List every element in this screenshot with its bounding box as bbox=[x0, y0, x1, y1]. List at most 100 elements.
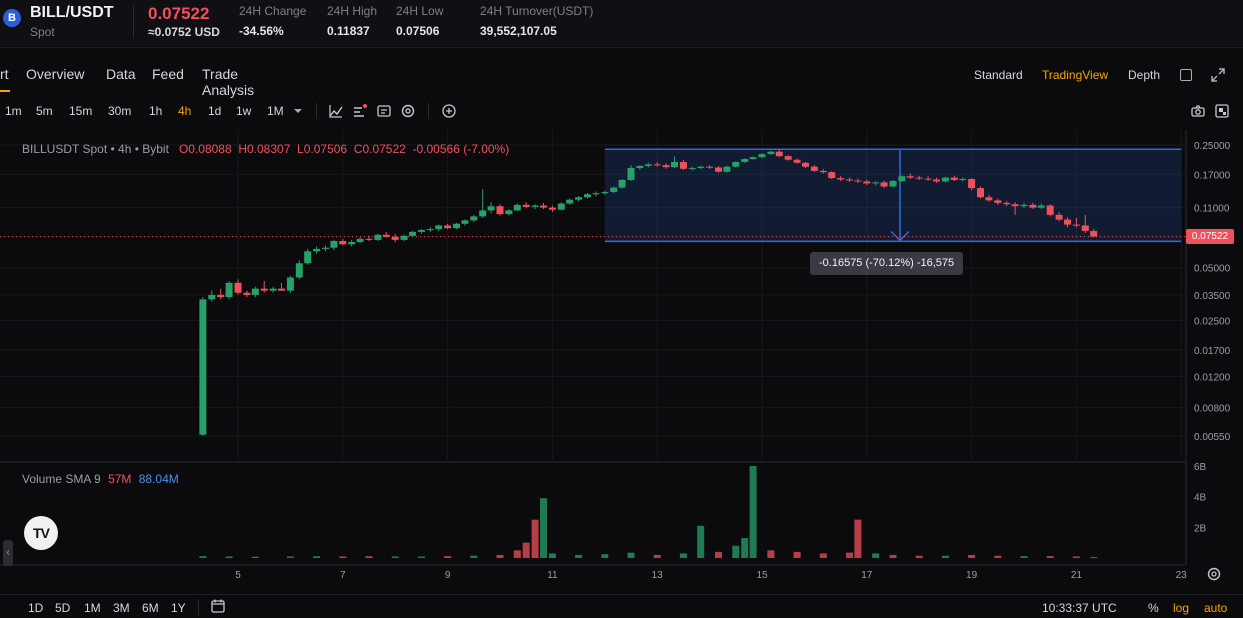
timeframe-4h[interactable]: 4h bbox=[178, 104, 191, 118]
compare-icon[interactable] bbox=[376, 103, 392, 119]
percent-scale-toggle[interactable]: % bbox=[1148, 601, 1159, 615]
candle bbox=[374, 234, 382, 240]
timeframe-1h[interactable]: 1h bbox=[149, 104, 162, 118]
range-6m[interactable]: 6M bbox=[142, 601, 159, 615]
alert-settings-icon[interactable] bbox=[352, 103, 368, 119]
candle bbox=[915, 177, 923, 179]
timeframe-15m[interactable]: 15m bbox=[69, 104, 92, 118]
tab-chart[interactable]: rt bbox=[0, 66, 9, 82]
candle bbox=[959, 179, 967, 181]
candle bbox=[251, 288, 259, 295]
volume-bar bbox=[889, 554, 897, 558]
volume-bar bbox=[793, 551, 801, 558]
candle bbox=[1081, 225, 1089, 231]
candle bbox=[487, 206, 495, 211]
toolbar-divider bbox=[428, 103, 429, 119]
candle bbox=[408, 231, 416, 236]
range-1y[interactable]: 1Y bbox=[171, 601, 186, 615]
candle bbox=[277, 288, 285, 291]
volume-legend-value: 57M bbox=[108, 472, 132, 486]
stat-24h-change: 24H Change -34.56% bbox=[239, 4, 306, 38]
view-tradingview-button[interactable]: TradingView bbox=[1042, 68, 1108, 82]
timeframe-1w[interactable]: 1w bbox=[236, 104, 251, 118]
candle bbox=[994, 200, 1002, 203]
log-scale-toggle[interactable]: log bbox=[1173, 601, 1189, 615]
volume-bar bbox=[513, 550, 521, 558]
volume-bar bbox=[225, 556, 233, 558]
candle bbox=[819, 170, 827, 173]
candle bbox=[941, 177, 949, 182]
volume-bar bbox=[1072, 556, 1080, 558]
candle bbox=[339, 240, 347, 245]
tab-trade-analysis[interactable]: Trade Analysis bbox=[202, 66, 254, 98]
last-price: 0.07522 bbox=[148, 4, 210, 23]
date-range-icon[interactable] bbox=[210, 598, 226, 614]
tab-feed[interactable]: Feed bbox=[152, 66, 184, 82]
candle bbox=[810, 166, 818, 171]
legend-change: -0.00566 (-7.00%) bbox=[412, 142, 510, 156]
candle bbox=[749, 157, 757, 160]
range-1d[interactable]: 1D bbox=[28, 601, 43, 615]
candle bbox=[313, 248, 321, 252]
candle bbox=[234, 282, 242, 293]
symbol-label[interactable]: BILL/USDT bbox=[30, 4, 114, 22]
candle bbox=[898, 176, 906, 181]
volume-bar bbox=[339, 556, 347, 558]
candle bbox=[1037, 205, 1045, 208]
settings-icon[interactable] bbox=[400, 103, 416, 119]
candle bbox=[400, 235, 408, 240]
chart-legend: BILLUSDT Spot • 4h • Bybit O0.08088 H0.0… bbox=[22, 142, 509, 156]
candle bbox=[1055, 214, 1063, 220]
tab-overview[interactable]: Overview bbox=[26, 66, 84, 82]
x-tick-label: 15 bbox=[756, 570, 768, 581]
layout-icon[interactable] bbox=[1214, 103, 1230, 119]
stat-24h-turnover: 24H Turnover(USDT) 39,552,107.05 bbox=[480, 4, 593, 38]
candle bbox=[269, 288, 277, 291]
timeframe-5m[interactable]: 5m bbox=[36, 104, 53, 118]
tradingview-logo[interactable]: TV bbox=[24, 516, 58, 550]
candle bbox=[592, 193, 600, 195]
candle bbox=[706, 166, 714, 168]
range-5d[interactable]: 5D bbox=[55, 601, 70, 615]
candle bbox=[837, 178, 845, 180]
candle bbox=[444, 225, 452, 229]
y-tick-label: 0.00800 bbox=[1194, 403, 1231, 414]
timeframe-1m[interactable]: 1m bbox=[5, 104, 22, 118]
collapse-handle[interactable]: ‹ bbox=[3, 540, 13, 566]
fullscreen-icon[interactable] bbox=[1210, 67, 1226, 83]
candle bbox=[557, 203, 565, 210]
indicators-icon[interactable] bbox=[328, 103, 344, 119]
candle bbox=[522, 204, 530, 207]
candle bbox=[697, 166, 705, 168]
volume-bar bbox=[531, 519, 539, 558]
view-standard-button[interactable]: Standard bbox=[974, 68, 1023, 82]
view-depth-button[interactable]: Depth bbox=[1128, 68, 1160, 82]
range-1m[interactable]: 1M bbox=[84, 601, 101, 615]
candle bbox=[863, 181, 871, 184]
candle bbox=[365, 238, 373, 240]
tab-data[interactable]: Data bbox=[106, 66, 136, 82]
utc-clock[interactable]: 10:33:37 UTC bbox=[1042, 601, 1117, 615]
timeframe-1M[interactable]: 1M bbox=[267, 104, 284, 118]
candle bbox=[906, 176, 914, 178]
candle bbox=[854, 180, 862, 182]
candle bbox=[356, 238, 364, 243]
volume-tick-label: 4B bbox=[1194, 493, 1207, 504]
camera-icon[interactable] bbox=[1190, 103, 1206, 119]
volume-bar bbox=[548, 553, 556, 558]
checkbox-icon[interactable] bbox=[1180, 69, 1192, 81]
stat-label: 24H High bbox=[327, 4, 378, 18]
x-tick-label: 9 bbox=[445, 570, 451, 581]
volume-bar bbox=[749, 466, 757, 558]
price-chart[interactable]: 0.25000 0.17000 0.11000 0.05000 0.03500 0.025… bbox=[0, 130, 1243, 592]
timeframe-1d[interactable]: 1d bbox=[208, 104, 221, 118]
stat-24h-low: 24H Low 0.07506 bbox=[396, 4, 443, 38]
chevron-down-icon[interactable] bbox=[290, 103, 306, 119]
candle bbox=[1029, 204, 1037, 208]
timeframe-30m[interactable]: 30m bbox=[108, 104, 131, 118]
range-3m[interactable]: 3M bbox=[113, 601, 130, 615]
candle bbox=[889, 180, 897, 187]
add-icon[interactable] bbox=[441, 103, 457, 119]
auto-scale-toggle[interactable]: auto bbox=[1204, 601, 1227, 615]
settings-icon[interactable] bbox=[1206, 566, 1222, 582]
